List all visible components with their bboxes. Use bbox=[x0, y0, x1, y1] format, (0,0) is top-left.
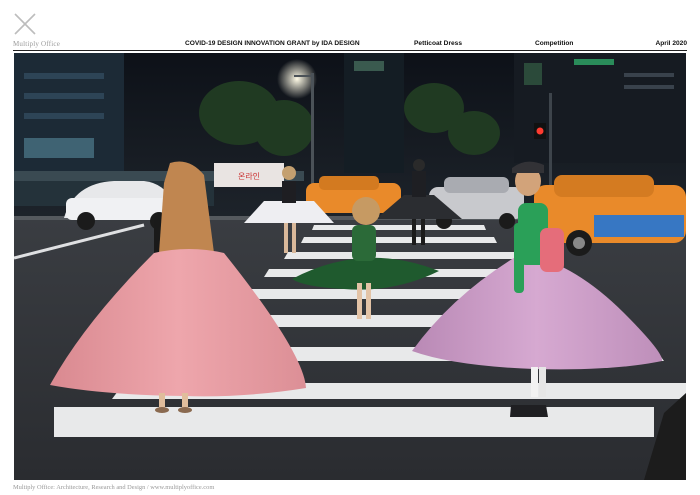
header-project: Petticoat Dress bbox=[414, 40, 463, 47]
header-title: COVID-19 DESIGN INNOVATION GRANT by IDA … bbox=[185, 40, 360, 47]
brand-name: Multiply Office bbox=[13, 40, 61, 48]
street-crossing-photo: 온라인 bbox=[14, 53, 686, 480]
close-x-logo-icon bbox=[13, 12, 37, 36]
header-rule bbox=[13, 50, 687, 51]
footer-credit: Multiply Office: Architecture, Research … bbox=[13, 484, 215, 491]
header-date: April 2020 bbox=[655, 40, 687, 47]
header-category: Competition bbox=[535, 40, 574, 47]
storefront-sign: 온라인 bbox=[238, 171, 260, 181]
